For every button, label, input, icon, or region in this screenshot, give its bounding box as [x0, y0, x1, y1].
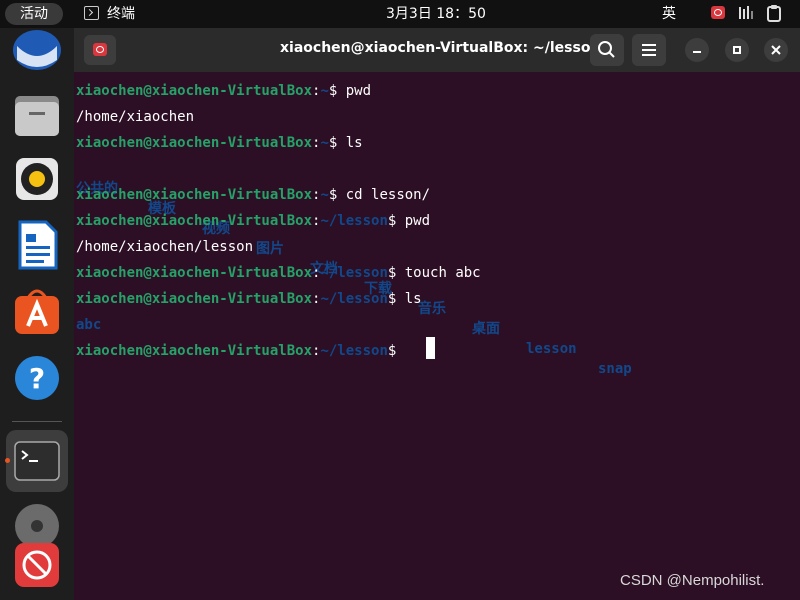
terminal-line: /home/xiaochen [76, 109, 195, 125]
terminal-line: abc [76, 315, 101, 335]
running-indicator [5, 458, 10, 463]
terminal-line: xiaochen@xiaochen-VirtualBox:~/lesson$ [76, 343, 405, 359]
terminal-line: xiaochen@xiaochen-VirtualBox:~$ cd lesso… [76, 187, 431, 203]
minimize-button[interactable] [685, 38, 709, 62]
thunderbird-icon[interactable] [12, 30, 62, 80]
dir-entry: 音乐 [418, 301, 446, 317]
record-button[interactable] [84, 35, 116, 65]
terminal-line: xiaochen@xiaochen-VirtualBox:~$ ls [76, 135, 363, 151]
svg-text:?: ? [29, 362, 45, 395]
terminal-line: xiaochen@xiaochen-VirtualBox:~$ pwd [76, 83, 372, 99]
command-text: touch abc [404, 265, 481, 281]
command-text: ls [345, 135, 363, 151]
dir-entry: 图片 [256, 241, 284, 257]
prompt-user-host: xiaochen@xiaochen-VirtualBox [76, 213, 313, 229]
hamburger-menu-icon [642, 44, 656, 56]
terminal-icon[interactable] [12, 436, 62, 486]
terminal-small-icon [84, 6, 99, 20]
prompt-user-host: xiaochen@xiaochen-VirtualBox [76, 187, 313, 203]
prompt-path: ~/lesson [320, 291, 388, 307]
help-icon[interactable]: ? [12, 353, 62, 403]
prompt-user-host: xiaochen@xiaochen-VirtualBox [76, 83, 313, 99]
app-menu-label: 终端 [107, 6, 135, 22]
watermark: CSDN @Nempohilist. [620, 572, 765, 589]
file-entry: abc [76, 317, 102, 333]
blocked-icon[interactable] [12, 540, 62, 590]
prompt-user-host: xiaochen@xiaochen-VirtualBox [76, 291, 313, 307]
dir-entry: lesson [526, 341, 577, 357]
close-button[interactable] [764, 38, 788, 62]
close-icon [771, 45, 781, 55]
prompt-path: ~ [320, 83, 329, 99]
dir-entry: 桌面 [472, 321, 500, 337]
activities-button[interactable]: 活动 [5, 3, 63, 25]
prompt-path: ~ [320, 187, 329, 203]
prompt-user-host: xiaochen@xiaochen-VirtualBox [76, 135, 313, 151]
files-icon[interactable] [12, 90, 62, 140]
top-bar: 活动 终端 3月3日 18：50 英 [0, 0, 800, 28]
prompt-path: ~ [320, 135, 329, 151]
maximize-button[interactable] [725, 38, 749, 62]
dock: ? [0, 28, 74, 600]
window-title: xiaochen@xiaochen-VirtualBox: ~/lesson [280, 40, 601, 56]
record-icon [93, 43, 107, 56]
prompt-user-host: xiaochen@xiaochen-VirtualBox [76, 343, 313, 359]
clock[interactable]: 3月3日 18：50 [386, 4, 486, 24]
dock-separator [12, 421, 62, 422]
prompt-path: ~/lesson [320, 343, 388, 359]
dir-entry: snap [598, 361, 632, 377]
command-text: ls [404, 291, 422, 307]
terminal-line: xiaochen@xiaochen-VirtualBox:~/lesson$ p… [76, 213, 431, 229]
command-text: cd lesson/ [345, 187, 431, 203]
terminal-output[interactable]: xiaochen@xiaochen-VirtualBox:~$ pwd /hom… [74, 72, 800, 600]
rhythmbox-icon[interactable] [12, 154, 62, 204]
terminal-line: xiaochen@xiaochen-VirtualBox:~/lesson$ t… [76, 265, 481, 281]
minimize-icon [693, 51, 701, 53]
clipboard-icon[interactable] [767, 4, 781, 22]
app-menu[interactable]: 终端 [84, 4, 135, 24]
input-method-indicator[interactable]: 英 [662, 4, 676, 24]
prompt-path: ~/lesson [320, 213, 388, 229]
terminal-line: xiaochen@xiaochen-VirtualBox:~/lesson$ l… [76, 291, 422, 307]
terminal-line: 公共的 模板 视频 图片 文档 下载 音乐 桌面 lesson snap [76, 159, 632, 377]
text-cursor [426, 337, 435, 359]
command-text: pwd [345, 83, 372, 99]
maximize-icon [733, 46, 741, 54]
search-icon [598, 41, 615, 58]
libreoffice-writer-icon[interactable] [12, 220, 62, 270]
prompt-path: ~/lesson [320, 265, 388, 281]
prompt-user-host: xiaochen@xiaochen-VirtualBox [76, 265, 313, 281]
search-button[interactable] [590, 34, 624, 66]
command-text: pwd [404, 213, 431, 229]
window-header: xiaochen@xiaochen-VirtualBox: ~/lesson [74, 28, 800, 72]
terminal-line: /home/xiaochen/lesson [76, 239, 254, 255]
screen-record-icon[interactable] [711, 6, 725, 19]
app-center-icon[interactable] [12, 286, 62, 336]
menu-button[interactable] [632, 34, 666, 66]
volume-icon[interactable] [738, 5, 754, 21]
